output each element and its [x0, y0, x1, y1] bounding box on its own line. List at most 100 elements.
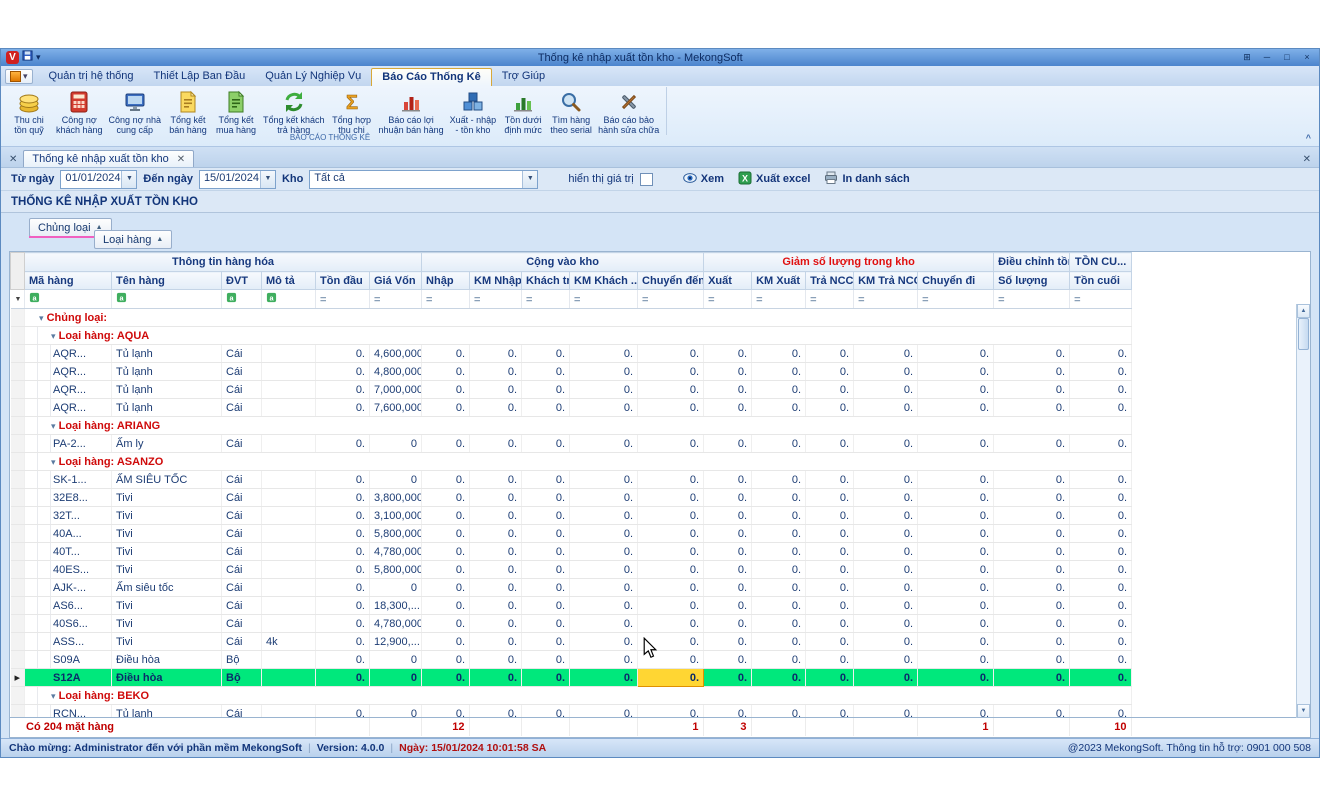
- cell[interactable]: 0.: [806, 615, 854, 633]
- cell[interactable]: 0.: [806, 381, 854, 399]
- column-header-8[interactable]: Khách trả: [522, 272, 570, 290]
- cell[interactable]: 0.: [1070, 543, 1132, 561]
- table-row[interactable]: 32T...TiviCái0.3,100,0000.0.0.0.0.0.0.0.…: [11, 507, 1132, 525]
- cell[interactable]: 5,800,000: [370, 561, 422, 579]
- cell[interactable]: 0.: [570, 345, 638, 363]
- group-row[interactable]: ▾ Chủng loại:: [11, 309, 1132, 327]
- cell[interactable]: 0.: [470, 597, 522, 615]
- table-row[interactable]: AQR...Tủ lạnhCái0.4,800,0000.0.0.0.0.0.0…: [11, 363, 1132, 381]
- table-row[interactable]: ▸S12AĐiều hòaBộ0.00.0.0.0.0.0.0.0.0.0.0.…: [11, 669, 1132, 687]
- cell[interactable]: 0.: [854, 597, 918, 615]
- table-row[interactable]: AJK-...Ấm siêu tốcCái0.00.0.0.0.0.0.0.0.…: [11, 579, 1132, 597]
- cell[interactable]: 0.: [638, 381, 704, 399]
- cell[interactable]: 0.: [806, 471, 854, 489]
- cell[interactable]: [262, 363, 316, 381]
- cell[interactable]: 0.: [1070, 633, 1132, 651]
- cell[interactable]: 0.: [994, 543, 1070, 561]
- cell[interactable]: 0.: [638, 507, 704, 525]
- cell[interactable]: 32T...: [25, 507, 112, 525]
- cell[interactable]: Bộ: [222, 669, 262, 687]
- cell[interactable]: 0.: [422, 615, 470, 633]
- cell[interactable]: 0.: [752, 543, 806, 561]
- cell[interactable]: Cái: [222, 633, 262, 651]
- cell[interactable]: 3,800,000: [370, 489, 422, 507]
- cell[interactable]: 0.: [522, 579, 570, 597]
- cell[interactable]: 0.: [422, 633, 470, 651]
- cell[interactable]: 0.: [470, 381, 522, 399]
- column-header-13[interactable]: Trả NCC: [806, 272, 854, 290]
- cell[interactable]: 0.: [470, 345, 522, 363]
- bao-cao-loi-nhuan-ban-hang-button[interactable]: Báo cáo lợinhuận bán hàng: [376, 87, 447, 135]
- cell[interactable]: 0.: [994, 435, 1070, 453]
- cell[interactable]: 0.: [704, 633, 752, 651]
- filter-cell-15[interactable]: =: [918, 290, 994, 309]
- cell[interactable]: 0.: [570, 579, 638, 597]
- cell[interactable]: 0.: [316, 435, 370, 453]
- cell[interactable]: 0.: [994, 507, 1070, 525]
- cell[interactable]: 0.: [522, 471, 570, 489]
- cell[interactable]: 0.: [918, 489, 994, 507]
- from-date-input[interactable]: 01/01/2024 ▼: [60, 170, 137, 189]
- cell[interactable]: 0.: [638, 579, 704, 597]
- cell[interactable]: Tủ lạnh: [112, 381, 222, 399]
- cell[interactable]: 0.: [994, 399, 1070, 417]
- cell[interactable]: 0.: [918, 507, 994, 525]
- group-row[interactable]: ▾ Loại hàng: ASANZO: [11, 453, 1132, 471]
- cell[interactable]: 0.: [570, 435, 638, 453]
- cell[interactable]: Tivi: [112, 543, 222, 561]
- document-tab[interactable]: Thống kê nhập xuất tồn kho ✕: [23, 150, 194, 167]
- tim-hang-theo-serial-button[interactable]: Tìm hàngtheo serial: [547, 87, 595, 135]
- cell[interactable]: 0.: [522, 669, 570, 687]
- cell[interactable]: 0.: [638, 669, 704, 687]
- cell[interactable]: AQR...: [25, 399, 112, 417]
- ribbon-tab-1[interactable]: Thiết Lập Ban Đầu: [144, 68, 256, 86]
- cell[interactable]: [262, 543, 316, 561]
- minimize-button[interactable]: ─: [1260, 51, 1274, 64]
- cell[interactable]: Cái: [222, 597, 262, 615]
- ribbon-tab-0[interactable]: Quản trị hệ thống: [39, 68, 144, 86]
- cell[interactable]: 0.: [854, 471, 918, 489]
- cell[interactable]: 0.: [422, 561, 470, 579]
- cell[interactable]: 0.: [806, 345, 854, 363]
- cell[interactable]: 0.: [422, 525, 470, 543]
- cell[interactable]: 0.: [1070, 597, 1132, 615]
- cell[interactable]: [262, 345, 316, 363]
- cell[interactable]: 0.: [316, 471, 370, 489]
- cell[interactable]: 0.: [422, 399, 470, 417]
- cell[interactable]: 0.: [316, 651, 370, 669]
- cell[interactable]: 0.: [316, 489, 370, 507]
- cell[interactable]: 0.: [752, 399, 806, 417]
- cell[interactable]: ẤM SIÊU TỐC: [112, 471, 222, 489]
- cell[interactable]: 0.: [638, 633, 704, 651]
- cell[interactable]: Cái: [222, 489, 262, 507]
- cell[interactable]: 0.: [422, 651, 470, 669]
- cell[interactable]: 4,780,000: [370, 615, 422, 633]
- filter-cell-17[interactable]: =: [1070, 290, 1132, 309]
- cell[interactable]: 0.: [1070, 471, 1132, 489]
- cell[interactable]: 0.: [854, 525, 918, 543]
- show-value-checkbox[interactable]: [640, 173, 653, 186]
- cell[interactable]: [262, 579, 316, 597]
- cell[interactable]: 0.: [806, 579, 854, 597]
- column-header-12[interactable]: KM Xuất: [752, 272, 806, 290]
- table-row[interactable]: PA-2...Ấm lyCái0.00.0.0.0.0.0.0.0.0.0.0.…: [11, 435, 1132, 453]
- filter-cell-9[interactable]: =: [570, 290, 638, 309]
- cell[interactable]: 0.: [854, 579, 918, 597]
- cell[interactable]: 0.: [994, 561, 1070, 579]
- cell[interactable]: 4k: [262, 633, 316, 651]
- cell[interactable]: 0.: [704, 471, 752, 489]
- cell[interactable]: 0.: [854, 633, 918, 651]
- cell[interactable]: 0.: [316, 579, 370, 597]
- cell[interactable]: 0.: [522, 507, 570, 525]
- close-button[interactable]: ×: [1300, 51, 1314, 64]
- cell[interactable]: 0.: [316, 597, 370, 615]
- table-row[interactable]: 40S6...TiviCái0.4,780,0000.0.0.0.0.0.0.0…: [11, 615, 1132, 633]
- cell[interactable]: [262, 597, 316, 615]
- cell[interactable]: 0.: [854, 399, 918, 417]
- cell[interactable]: 0.: [1070, 561, 1132, 579]
- column-header-1[interactable]: Tên hàng: [112, 272, 222, 290]
- cell[interactable]: 0.: [422, 507, 470, 525]
- cell[interactable]: 7,000,000: [370, 381, 422, 399]
- cell[interactable]: Điều hòa: [112, 651, 222, 669]
- cell[interactable]: [262, 471, 316, 489]
